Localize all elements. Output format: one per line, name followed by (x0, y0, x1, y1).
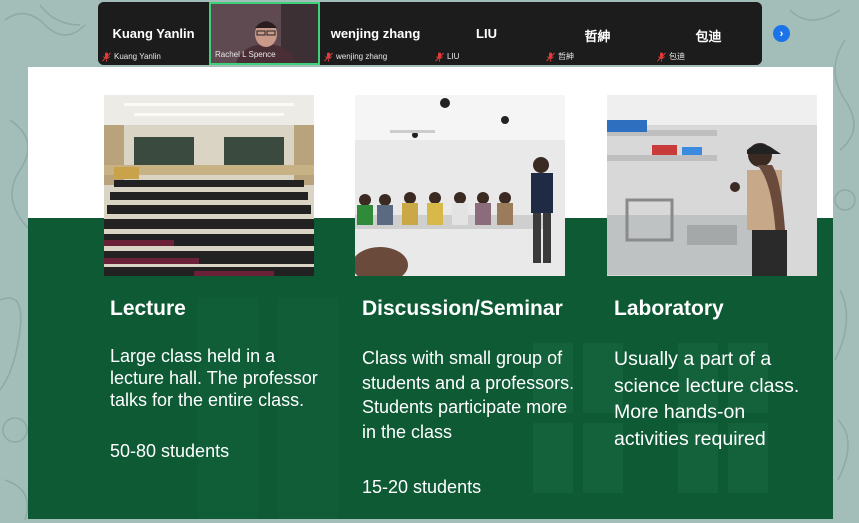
participant-display-name: wenjing zhang (330, 26, 421, 41)
seminar-title: Discussion/Seminar (362, 297, 563, 320)
shared-slide: Lecture Large class held in a lecture ha… (28, 67, 833, 519)
mic-off-icon (657, 52, 666, 61)
participant-name: Rachel L Spence (215, 50, 276, 59)
participant-name: wenjing zhang (336, 52, 388, 61)
participant-label: 哲紳 (546, 51, 574, 62)
mic-off-icon (324, 52, 333, 61)
participant-label: wenjing zhang (324, 51, 387, 62)
participant-label: LIU (435, 51, 459, 62)
participant-display-name: 包迪 (695, 29, 722, 44)
participant-name: 哲紳 (558, 52, 574, 61)
participant-tile[interactable]: 哲紳 哲紳 (542, 2, 653, 65)
participant-name: LIU (447, 52, 460, 61)
participant-strip: Kuang Yanlin Kuang Yanlin Rachel L Spenc… (98, 2, 762, 65)
lecture-hall-photo (104, 95, 314, 276)
seminar-description: Class with small group of students and a… (362, 348, 575, 442)
next-participants-button[interactable]: › (773, 25, 790, 42)
participant-tile[interactable]: Kuang Yanlin Kuang Yanlin (98, 2, 209, 65)
lecture-description: Large class held in a lecture hall. The … (110, 346, 318, 410)
mic-off-icon (546, 52, 555, 61)
participant-label: Rachel L Spence (215, 49, 276, 60)
participant-name: 包迪 (669, 52, 685, 61)
seminar-student-count: 15-20 students (362, 477, 482, 497)
lecture-title: Lecture (110, 297, 186, 320)
participant-tile[interactable]: wenjing zhang wenjing zhang (320, 2, 431, 65)
participant-label: Kuang Yanlin (102, 51, 161, 62)
laboratory-description: Usually a part of a science lecture clas… (614, 348, 800, 450)
participant-display-name: Kuang Yanlin (112, 26, 195, 41)
chevron-right-icon: › (779, 27, 784, 40)
participant-name: Kuang Yanlin (114, 52, 161, 61)
participant-tile[interactable]: LIU LIU (431, 2, 542, 65)
mic-off-icon (102, 52, 111, 61)
participant-label: 包迪 (657, 51, 685, 62)
participant-display-name: LIU (476, 26, 497, 41)
mic-off-icon (435, 52, 444, 61)
seminar-photo (355, 95, 565, 276)
participant-display-name: 哲紳 (584, 29, 611, 44)
laboratory-title: Laboratory (614, 297, 724, 320)
lecture-student-count: 50-80 students (110, 441, 230, 461)
laboratory-photo (607, 95, 817, 276)
participant-tile-active-speaker[interactable]: Rachel L Spence (209, 2, 320, 65)
participant-tile[interactable]: 包迪 包迪 (653, 2, 762, 65)
